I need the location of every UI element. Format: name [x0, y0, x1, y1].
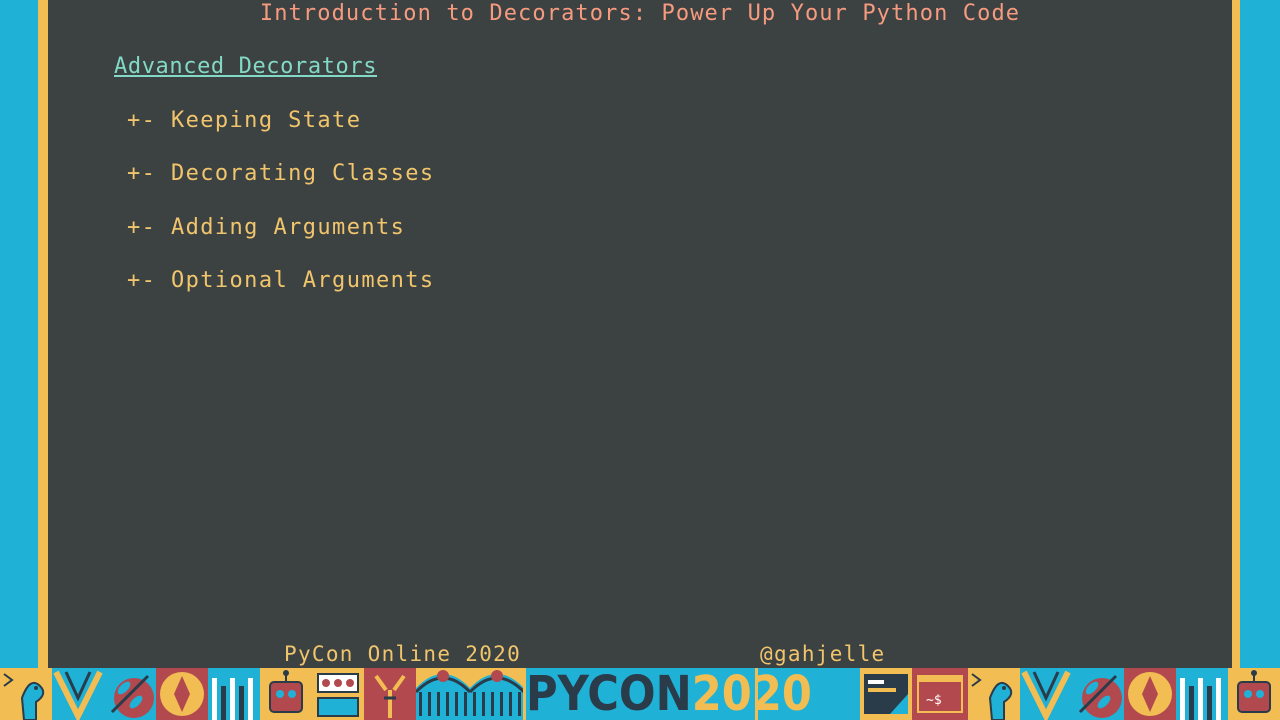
- logo-year-text: 2020: [691, 668, 812, 720]
- robot-icon-graphic: [1228, 668, 1280, 720]
- bars-icon: [1176, 668, 1228, 720]
- v-shape-icon-graphic: [1020, 668, 1072, 720]
- shell-prompt-text: ~$: [926, 693, 942, 708]
- leaf-icon: [104, 668, 156, 720]
- arch-icon-graphic: [416, 668, 470, 720]
- terminal-snake-icon-graphic: [968, 668, 1020, 720]
- outline-item: +- Optional Arguments: [127, 266, 435, 319]
- tool-icon: [364, 668, 416, 720]
- outline-item-label: Adding Arguments: [170, 214, 406, 240]
- footer-twitter-handle: @gahjelle: [760, 642, 886, 666]
- robot-icon: [260, 668, 312, 720]
- gears-icon-graphic: [312, 668, 364, 720]
- logo-pycon-text: PYCON: [526, 668, 692, 720]
- gears-icon: [312, 668, 364, 720]
- tree-branch-marker: +-: [127, 267, 157, 293]
- diamond-icon-graphic: [1124, 668, 1176, 720]
- bars-icon-graphic: [1176, 668, 1228, 720]
- robot-icon: [1228, 668, 1280, 720]
- outline-item-label: Optional Arguments: [170, 267, 435, 293]
- outline-item: +- Adding Arguments: [127, 213, 435, 266]
- tool-icon-graphic: [364, 668, 416, 720]
- footer-conference: PyCon Online 2020: [284, 642, 522, 666]
- leaf-icon-graphic: [1072, 668, 1124, 720]
- outline-item-label: Keeping State: [170, 108, 362, 133]
- tree-branch-marker: +-: [127, 108, 157, 133]
- diamond-icon-graphic: [156, 668, 208, 720]
- shell-prompt-icon-graphic: ~$: [912, 668, 968, 720]
- v-shape-icon: [1020, 668, 1072, 720]
- outline-item: +- Keeping State: [127, 106, 435, 159]
- tree-branch-marker: +-: [127, 161, 157, 187]
- outline-item-label: Decorating Classes: [170, 161, 435, 187]
- right-border: [1232, 0, 1240, 668]
- slide-title: Introduction to Decorators: Power Up You…: [259, 1, 1021, 26]
- arch-icon: [416, 668, 470, 720]
- section-heading-link[interactable]: Advanced Decorators: [114, 52, 377, 82]
- pycon-logo: PYCON2020: [523, 668, 812, 720]
- terminal-snake-icon: [968, 668, 1020, 720]
- leaf-icon-graphic: [104, 668, 156, 720]
- arch-icon: [470, 668, 523, 720]
- tree-branch-marker: +-: [127, 214, 157, 240]
- bars-icon-graphic: [208, 668, 260, 720]
- terminal-snake-icon: [0, 668, 52, 720]
- code-window-icon-graphic: [860, 668, 912, 720]
- outline-list: +- Keeping State +- Decorating Classes +…: [127, 106, 435, 319]
- terminal-snake-icon-graphic: [0, 668, 52, 720]
- leaf-icon: [1072, 668, 1124, 720]
- v-shape-icon-graphic: [52, 668, 104, 720]
- code-window-icon: [860, 668, 912, 720]
- shell-prompt-icon: ~$: [912, 668, 968, 720]
- diamond-icon: [156, 668, 208, 720]
- v-shape-icon: [52, 668, 104, 720]
- terminal-window: Introduction to Decorators: Power Up You…: [48, 0, 1232, 668]
- robot-icon-graphic: [260, 668, 312, 720]
- left-border: [38, 0, 48, 668]
- diamond-icon: [1124, 668, 1176, 720]
- outline-item: +- Decorating Classes: [127, 159, 435, 212]
- bars-icon: [208, 668, 260, 720]
- pycon-banner: PYCON2020 ~$: [0, 668, 1280, 720]
- arch-icon-graphic: [470, 668, 523, 720]
